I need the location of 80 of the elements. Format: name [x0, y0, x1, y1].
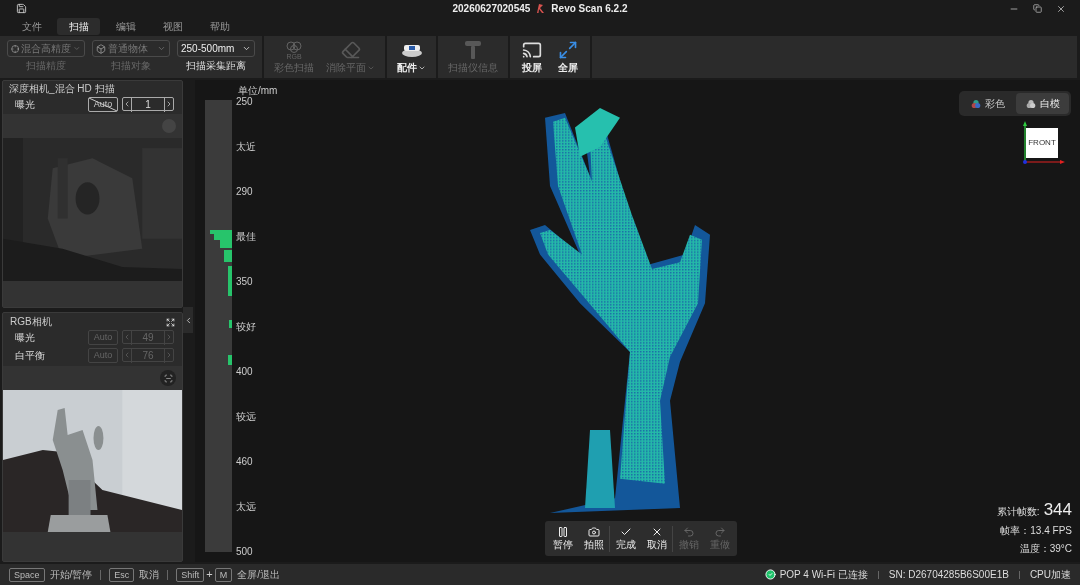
scanner-icon: [400, 42, 423, 58]
close-icon[interactable]: [1056, 3, 1066, 14]
stepper-value: 49: [131, 329, 165, 345]
toolbar-button[interactable]: 投屏: [514, 36, 550, 78]
check-icon: [619, 526, 632, 538]
expand-icon[interactable]: [166, 317, 175, 327]
undo-icon: [682, 526, 695, 538]
save-icon[interactable]: [16, 3, 27, 14]
menu-tab[interactable]: 视图: [151, 18, 194, 35]
chevron-down-icon: [157, 44, 166, 53]
ruler-label: 500: [236, 546, 254, 558]
spheres-icon: [970, 98, 981, 109]
shortcut-action: 取消: [139, 568, 160, 582]
unit-label: 单位/mm: [238, 84, 278, 97]
frame-rate: 帧率：13.4 FPS: [1000, 524, 1072, 538]
view-mode-tab[interactable]: 彩色: [961, 93, 1014, 114]
temperature: 温度：39°C: [1019, 542, 1072, 556]
ruler-label: 250: [236, 96, 254, 108]
panel-title: 深度相机_混合 HD 扫描: [8, 82, 116, 95]
fullscreen-icon: [558, 40, 578, 60]
menu-tab[interactable]: 编辑: [104, 18, 147, 35]
ruler-label: 太近: [236, 141, 256, 153]
scan-control-button[interactable]: 取消: [641, 521, 672, 556]
dropdown[interactable]: 250-500mm: [177, 40, 255, 57]
chevron-down-icon: [418, 64, 426, 72]
chevron-down-icon: [242, 44, 251, 53]
ruler-label: 太远: [236, 501, 256, 513]
serial-number: SN: D26704285B6S00E1B: [888, 568, 1009, 582]
shortcut-action: 开始/暂停: [49, 568, 93, 582]
control-label: 曝光: [14, 330, 36, 345]
menu-tab[interactable]: 帮助: [198, 18, 241, 35]
scanner-stand-icon: [464, 40, 482, 60]
chevron-down-icon: [73, 44, 81, 53]
keyboard-key: Esc: [109, 567, 135, 582]
ruler-label: 460: [236, 456, 254, 468]
crosshair-icon: [11, 43, 20, 54]
app-name: Revo Scan 6.2.2: [551, 2, 628, 16]
toolbar-button[interactable]: 全屏: [550, 36, 586, 78]
decrement-icon[interactable]: [123, 100, 131, 108]
dropdown-caption: 扫描采集距离: [186, 60, 246, 72]
control-label: 白平衡: [14, 348, 46, 363]
number-stepper[interactable]: 1: [122, 97, 174, 111]
panel-title: RGB相机: [10, 316, 53, 328]
scan-control-button[interactable]: 暂停: [547, 521, 578, 556]
keyboard-key: Shift: [176, 567, 205, 582]
shortcut-action: 全屏/退出: [237, 568, 281, 582]
frame-count: 344: [1043, 500, 1072, 520]
menu-tab[interactable]: 文件: [10, 18, 53, 35]
keyboard-key: M: [214, 567, 233, 582]
screen-cast-icon: [522, 40, 542, 60]
plus-sign: +: [206, 567, 213, 583]
axis-gizmo-drawing: [1022, 120, 1066, 164]
restore-icon[interactable]: [1033, 4, 1042, 13]
increment-icon[interactable]: [165, 100, 173, 108]
ruler-label: 400: [236, 366, 254, 378]
chevron-down-icon: [367, 64, 375, 72]
ruler-label: 290: [236, 186, 254, 198]
connection-status: POP 4 Wi-Fi 已连接: [779, 568, 868, 582]
scan-control-button[interactable]: 完成: [610, 521, 641, 556]
menu-tab[interactable]: 扫描: [57, 18, 100, 35]
frame-count-label: 累计帧数:: [996, 505, 1040, 519]
keyboard-key: Space: [9, 567, 45, 582]
control-label: 曝光: [14, 97, 36, 112]
ruler-label: 350: [236, 276, 254, 288]
pause-icon: [556, 526, 569, 538]
acceleration-mode: CPU加速: [1029, 568, 1071, 582]
front-face-label: FRONT: [1026, 128, 1058, 158]
redo-icon: [713, 526, 726, 538]
spheres-icon: [1025, 98, 1036, 109]
scan-control-button[interactable]: 拍照: [578, 521, 609, 556]
eraser-icon: [340, 40, 361, 60]
app-logo-icon: [536, 3, 546, 14]
ruler-label: 最佳: [236, 231, 256, 243]
window-title: 20260627020545: [452, 2, 531, 16]
view-mode-tab[interactable]: 白模: [1016, 93, 1069, 114]
camera-icon: [587, 526, 600, 538]
ruler-label: 较好: [236, 321, 256, 333]
cube-icon: [96, 43, 106, 54]
ruler-label: 较远: [236, 411, 256, 423]
stepper-value: 1: [131, 96, 165, 112]
